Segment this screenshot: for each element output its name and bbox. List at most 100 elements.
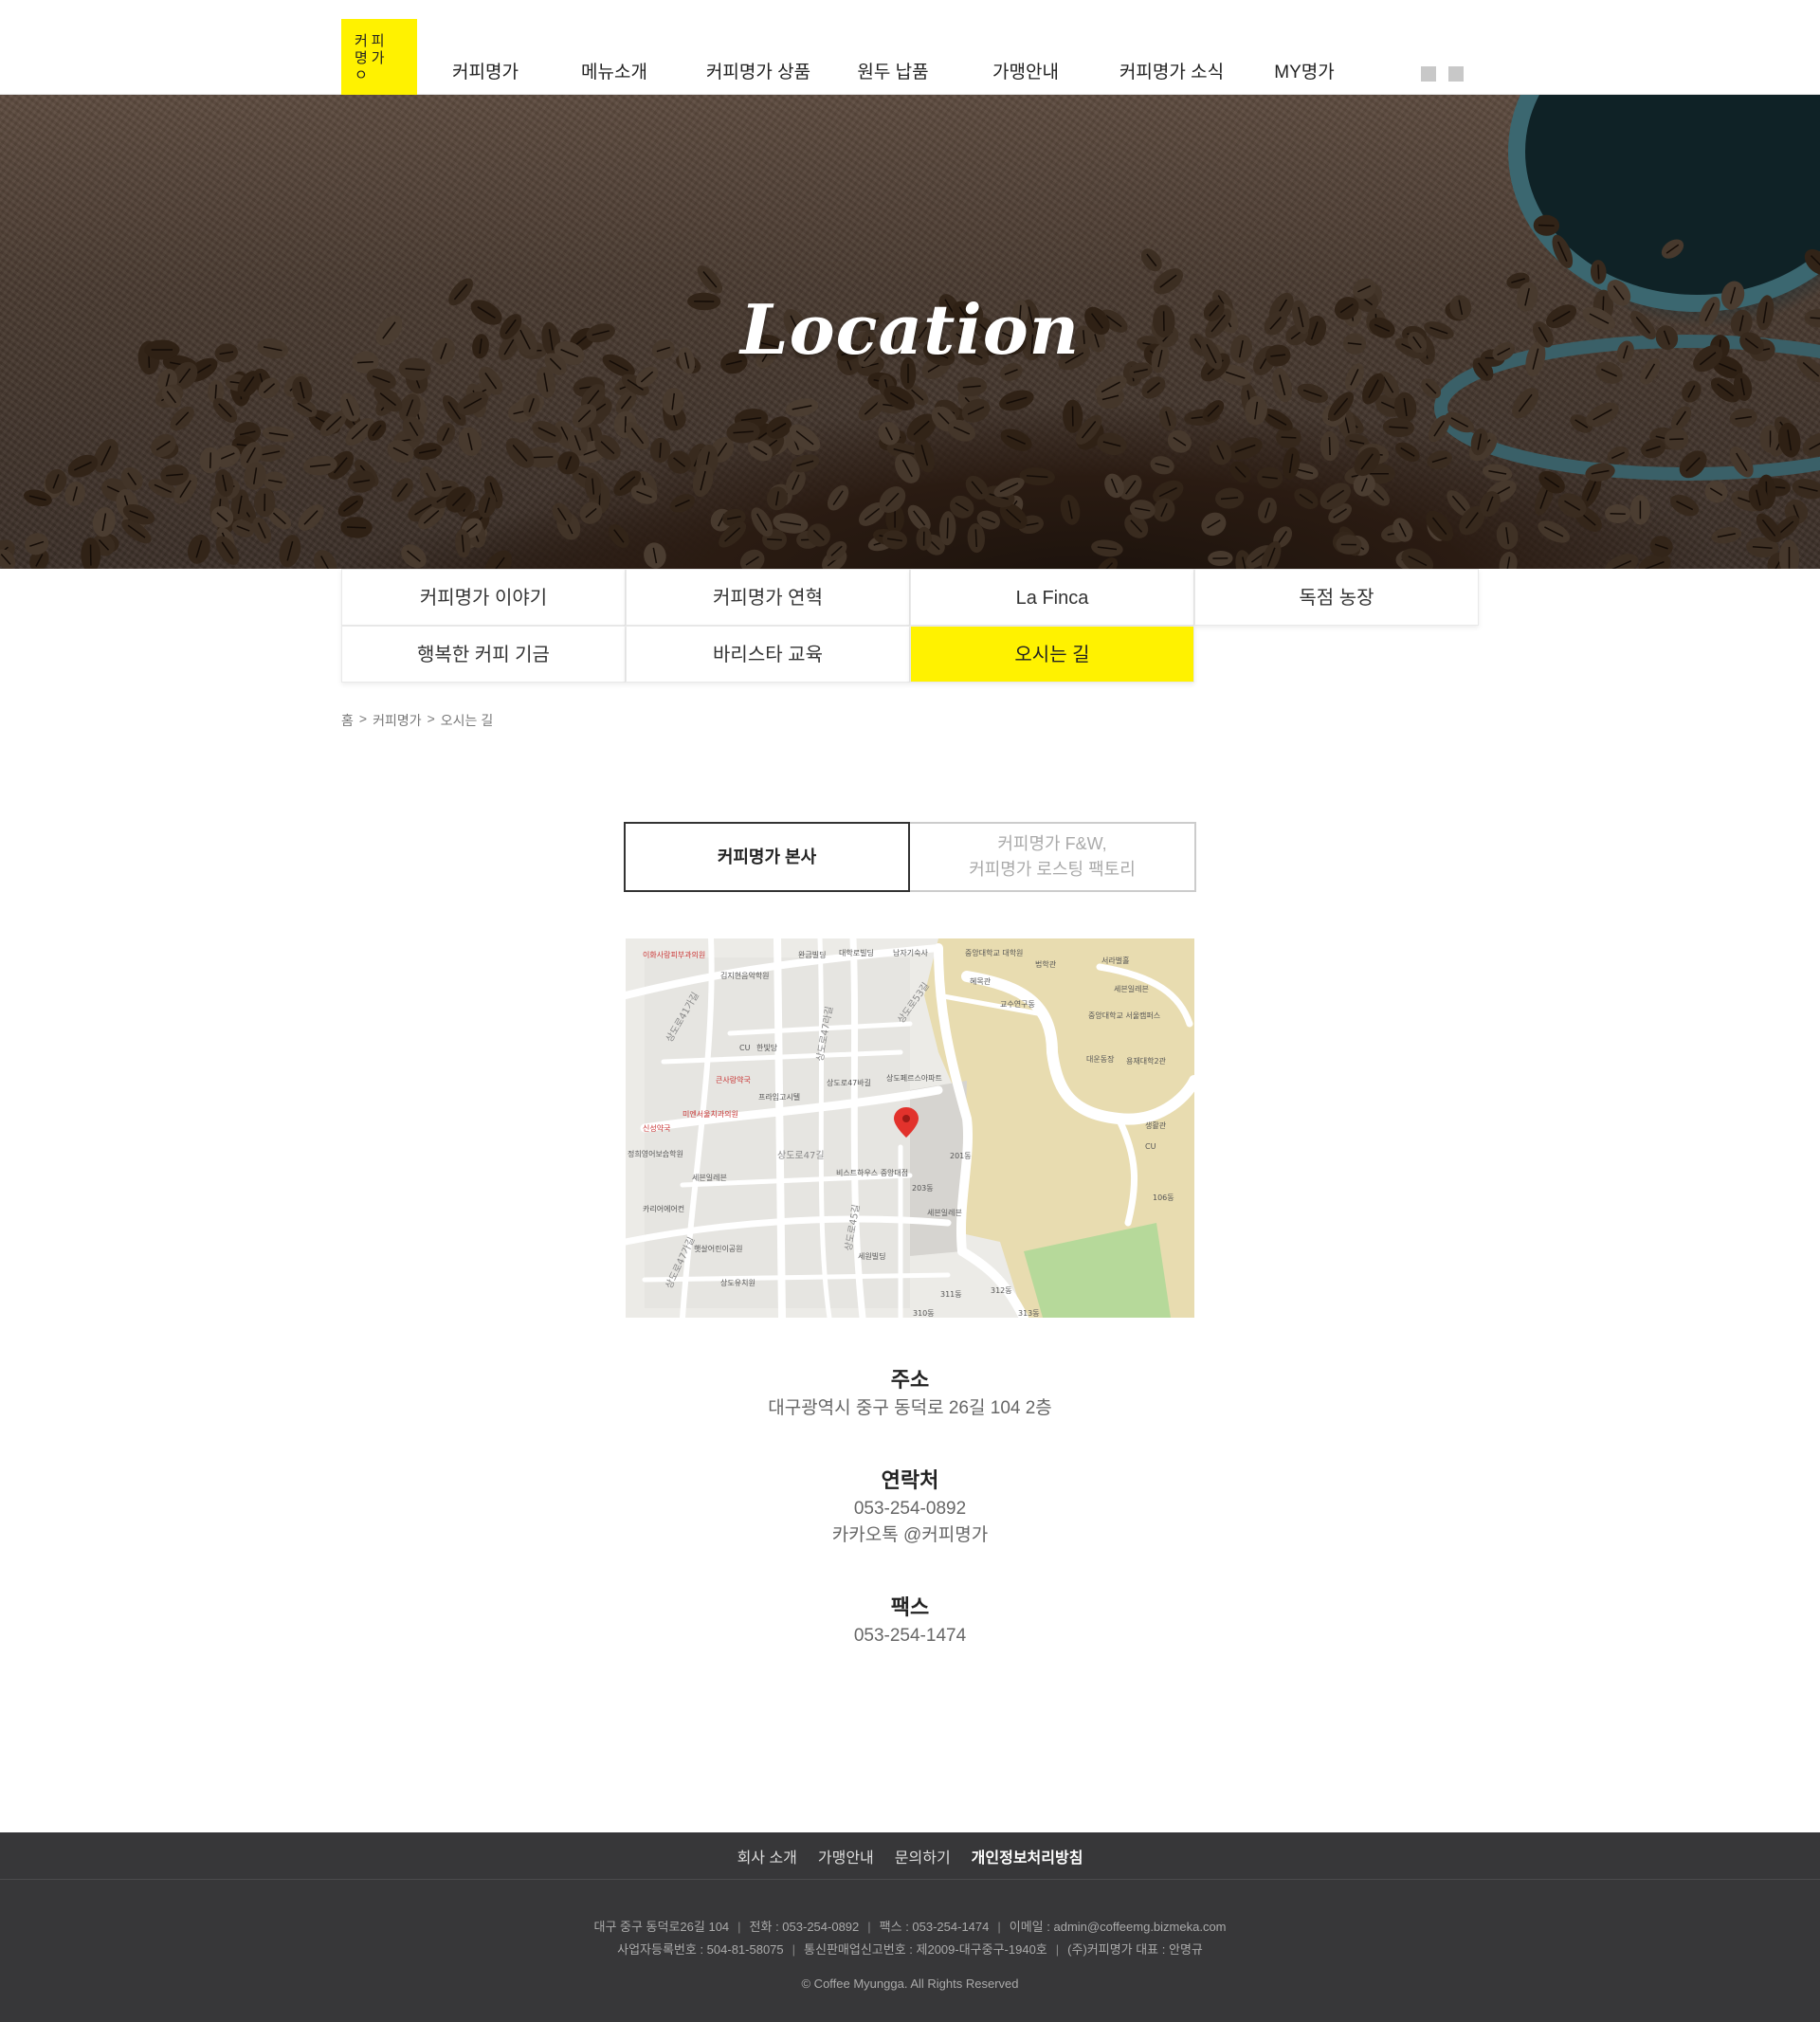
logo[interactable]: 커피 명가 ㅇ — [341, 19, 417, 95]
tab-label-line: 커피명가 F&W, — [997, 834, 1107, 853]
nav-item-menu[interactable]: 메뉴소개 — [544, 61, 684, 89]
fax-block: 팩스 053-254-1474 — [626, 1593, 1194, 1649]
svg-text:311동: 311동 — [940, 1290, 962, 1299]
tab-headquarters[interactable]: 커피명가 본사 — [624, 822, 910, 892]
svg-text:세원빌딩: 세원빌딩 — [858, 1251, 885, 1261]
tab-label-line: 커피명가 로스팅 팩토리 — [969, 860, 1136, 879]
main-nav: 커피명가 메뉴소개 커피명가 상품 원두 납품 가맹안내 커피명가 소식 MY명… — [427, 61, 1363, 89]
svg-text:203동: 203동 — [912, 1184, 934, 1193]
nav-item-franchise[interactable]: 가맹안내 — [954, 61, 1098, 89]
footer-address: 대구 중구 동덕로26길 104 — [593, 1920, 730, 1934]
svg-text:201동: 201동 — [950, 1152, 972, 1160]
svg-text:대학로빌딩: 대학로빌딩 — [839, 948, 874, 957]
svg-text:310동: 310동 — [913, 1309, 935, 1318]
subnav-item-la-finca[interactable]: La Finca — [910, 569, 1194, 626]
nav-item-my[interactable]: MY명가 — [1246, 61, 1363, 89]
contact-block: 연락처 053-254-0892 카카오톡 @커피명가 — [626, 1466, 1194, 1549]
svg-text:세븐일레븐: 세븐일레븐 — [927, 1209, 962, 1217]
footer-link-contact[interactable]: 문의하기 — [895, 1845, 951, 1867]
svg-text:106동: 106동 — [1153, 1193, 1174, 1202]
nav-item-news[interactable]: 커피명가 소식 — [1098, 61, 1246, 89]
fax-heading: 팩스 — [890, 1595, 930, 1619]
breadcrumb-current: 오시는 길 — [440, 713, 494, 728]
svg-text:대운동장: 대운동장 — [1086, 1054, 1115, 1064]
page-title: Location — [739, 289, 1081, 370]
footer-links: 회사 소개 가맹안내 문의하기 개인정보처리방침 — [0, 1832, 1820, 1880]
kakao-text: 카카오톡 @커피명가 — [831, 1525, 989, 1545]
subnav-item-history[interactable]: 커피명가 연혁 — [626, 569, 910, 626]
footer-email: 이메일 : admin@coffeemg.bizmeka.com — [1009, 1920, 1227, 1934]
location-map[interactable]: 이화사랑피부과의원 김지현음악학원 완금빌딩 대학로빌딩 남자기숙사 중앙대학교… — [626, 938, 1194, 1318]
svg-text:신성약국: 신성약국 — [643, 1123, 670, 1133]
subnav-item-barista[interactable]: 바리스타 교육 — [626, 626, 910, 683]
svg-text:프라임고시텔: 프라임고시텔 — [758, 1093, 800, 1102]
svg-text:상도유치원: 상도유치원 — [720, 1278, 755, 1287]
subnav-item-farm[interactable]: 독점 농장 — [1194, 569, 1479, 626]
svg-text:교수연구동: 교수연구동 — [1000, 1000, 1035, 1009]
svg-text:생활관: 생활관 — [1145, 1120, 1167, 1130]
svg-text:상도로47바길: 상도로47바길 — [827, 1078, 871, 1087]
breadcrumb-home[interactable]: 홈 — [341, 711, 354, 730]
svg-text:상도페르스아파트: 상도페르스아파트 — [886, 1073, 942, 1083]
sub-nav: 커피명가 이야기 커피명가 연혁 La Finca 독점 농장 행복한 커피 기… — [341, 569, 1479, 683]
footer-company-info-line2: 사업자등록번호 : 504-81-58075 | 통신판매업신고번호 : 제2009… — [617, 1942, 1203, 1957]
svg-text:큰사랑약국: 큰사랑약국 — [716, 1075, 751, 1084]
footer-company-info-line1: 대구 중구 동덕로26길 104 | 전화 : 053-254-0892 | 팩스 : … — [593, 1920, 1227, 1934]
svg-text:CU: CU — [739, 1044, 751, 1052]
logo-line: 커피 — [355, 32, 389, 49]
svg-text:카리어에어컨: 카리어에어컨 — [643, 1204, 684, 1213]
breadcrumb-section[interactable]: 커피명가 — [373, 711, 422, 730]
footer-business-number: 사업자등록번호 : 504-81-58075 — [617, 1942, 784, 1957]
nav-item-bean-supply[interactable]: 원두 납품 — [832, 61, 954, 89]
subnav-item-story[interactable]: 커피명가 이야기 — [341, 569, 626, 626]
tab-roasting-factory[interactable]: 커피명가 F&W, 커피명가 로스팅 팩토리 — [910, 822, 1196, 892]
svg-text:햇살어린이공원: 햇살어린이공원 — [694, 1244, 743, 1253]
svg-text:미엔서울치과의원: 미엔서울치과의원 — [682, 1109, 738, 1119]
subnav-item-location[interactable]: 오시는 길 — [910, 626, 1194, 683]
phone-text: 053-254-0892 — [853, 1499, 967, 1519]
nav-item-products[interactable]: 커피명가 상품 — [684, 61, 832, 89]
footer-link-privacy[interactable]: 개인정보처리방침 — [972, 1845, 1083, 1867]
svg-text:중앙대학교 서울캠퍼스: 중앙대학교 서울캠퍼스 — [1088, 1011, 1160, 1020]
nav-item-coffee-myungga[interactable]: 커피명가 — [427, 61, 544, 89]
breadcrumb-separator: > — [358, 711, 368, 726]
svg-text:313동: 313동 — [1018, 1309, 1040, 1318]
footer-mail-order-number: 통신판매업신고번호 : 제2009-대구중구-1940호 — [804, 1942, 1047, 1957]
hero-banner: Location — [0, 95, 1820, 569]
util-icons — [1421, 66, 1464, 82]
footer-phone: 전화 : 053-254-0892 — [749, 1920, 860, 1934]
footer-fax: 팩스 : 053-254-1474 — [879, 1920, 990, 1934]
footer-link-company[interactable]: 회사 소개 — [737, 1845, 797, 1867]
svg-text:한빛당: 한빛당 — [756, 1043, 778, 1052]
svg-text:서라벌홀: 서라벌홀 — [1101, 956, 1129, 965]
svg-text:용재대학2관: 용재대학2관 — [1126, 1056, 1167, 1066]
subnav-item-fund[interactable]: 행복한 커피 기금 — [341, 626, 626, 683]
site-header: 커피 명가 ㅇ 커피명가 메뉴소개 커피명가 상품 원두 납품 가맹안내 커피명… — [0, 0, 1820, 95]
address-heading: 주소 — [890, 1368, 930, 1392]
svg-text:남자기숙사: 남자기숙사 — [893, 949, 928, 957]
svg-text:혜목관: 혜목관 — [970, 976, 992, 986]
svg-text:세븐일레븐: 세븐일레븐 — [692, 1174, 727, 1182]
footer-link-franchise[interactable]: 가맹안내 — [818, 1845, 874, 1867]
branch-tabs: 커피명가 본사 커피명가 F&W, 커피명가 로스팅 팩토리 — [624, 822, 1196, 892]
join-icon[interactable] — [1448, 66, 1464, 82]
svg-text:정희영어보습학원: 정희영어보습학원 — [628, 1149, 683, 1158]
svg-text:CU: CU — [1145, 1142, 1156, 1151]
address-text: 대구광역시 중구 동덕로 26길 104 2층 — [768, 1398, 1052, 1418]
svg-text:법학관: 법학관 — [1035, 959, 1057, 969]
svg-text:중앙대학교 대학원: 중앙대학교 대학원 — [965, 948, 1023, 957]
address-block: 주소 대구광역시 중구 동덕로 26길 104 2층 — [626, 1365, 1194, 1422]
logo-line: 명가 — [355, 49, 389, 66]
fax-text: 053-254-1474 — [853, 1626, 967, 1646]
svg-text:김지현음악학원: 김지현음악학원 — [720, 971, 770, 980]
breadcrumb-separator: > — [427, 711, 435, 726]
site-footer: 회사 소개 가맹안내 문의하기 개인정보처리방침 대구 중구 동덕로26길 10… — [0, 1832, 1820, 2022]
svg-text:완금빌딩: 완금빌딩 — [798, 950, 826, 959]
logo-line: ㅇ — [355, 66, 372, 83]
svg-text:비스트하우스 중앙대점: 비스트하우스 중앙대점 — [836, 1168, 908, 1177]
login-icon[interactable] — [1421, 66, 1436, 82]
footer-ceo: (주)커피명가 대표 : 안명규 — [1067, 1942, 1203, 1957]
svg-text:상도로47길: 상도로47길 — [777, 1149, 825, 1161]
footer-copyright: © Coffee Myungga. All Rights Reserved — [801, 1976, 1019, 1991]
contact-heading: 연락처 — [881, 1468, 939, 1492]
